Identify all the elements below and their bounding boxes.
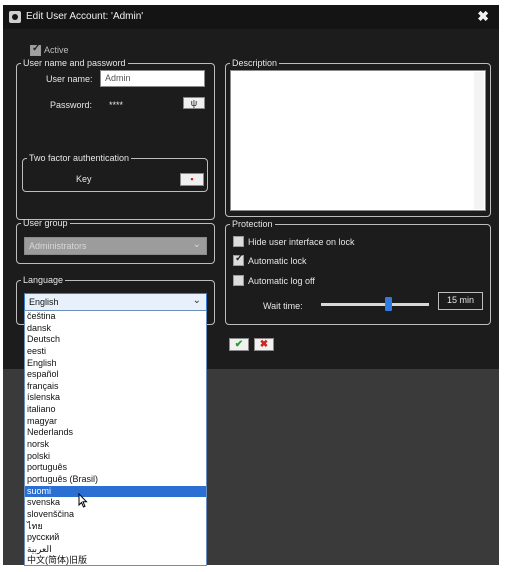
language-option[interactable]: 中文(简体)旧版 <box>25 555 206 567</box>
language-option[interactable]: English <box>25 358 206 370</box>
language-option[interactable]: Nederlands <box>25 427 206 439</box>
auto-lock-label: Automatic lock <box>248 256 307 266</box>
wait-time-slider-track[interactable] <box>321 303 429 306</box>
language-option[interactable]: slovenščina <box>25 509 206 521</box>
wait-time-value: 15 min <box>446 295 474 305</box>
language-option[interactable]: ไทย <box>25 521 206 533</box>
description-legend: Description <box>232 58 278 68</box>
wait-time-field[interactable]: 15 min <box>438 292 483 310</box>
active-checkbox[interactable] <box>30 43 41 56</box>
window-title: Edit User Account: 'Admin' <box>26 11 144 22</box>
language-option[interactable]: polski <box>25 451 206 463</box>
username-input[interactable]: Admin <box>100 70 205 87</box>
protection-legend: Protection <box>232 219 273 229</box>
remove-key-icon: ▪ <box>190 174 194 184</box>
language-select[interactable]: English ⌄ <box>24 293 207 311</box>
language-option[interactable]: français <box>25 381 206 393</box>
language-option[interactable]: español <box>25 369 206 381</box>
credentials-legend: User name and password <box>23 58 126 68</box>
language-option[interactable]: čeština <box>25 311 206 323</box>
chevron-down-icon: ⌄ <box>192 239 201 250</box>
cancel-button[interactable]: ✖ <box>254 338 274 351</box>
language-value: English <box>29 297 59 307</box>
hide-ui-checkbox[interactable] <box>233 236 244 247</box>
language-option[interactable]: suomi <box>25 485 206 498</box>
close-icon[interactable]: ✖ <box>477 8 489 25</box>
active-label: Active <box>44 45 69 55</box>
wait-time-slider-thumb[interactable] <box>384 297 392 311</box>
language-option[interactable]: Deutsch <box>25 334 206 346</box>
chevron-down-icon: ⌄ <box>192 295 201 306</box>
title-bar: Edit User Account: 'Admin' ✖ <box>3 5 499 29</box>
auto-logoff-checkbox[interactable] <box>233 275 244 286</box>
ok-button[interactable]: ✔ <box>229 338 249 351</box>
language-dropdown-list[interactable]: čeština dansk Deutsch eesti English español fr… <box>24 310 207 566</box>
edit-user-dialog: Edit User Account: 'Admin' ✖ Active User… <box>3 5 499 566</box>
user-group-legend: User group <box>23 218 68 228</box>
wait-time-label: Wait time: <box>263 301 303 311</box>
description-textarea[interactable] <box>230 70 486 211</box>
language-option[interactable]: português (Brasil) <box>25 474 206 486</box>
two-factor-legend: Two factor authentication <box>29 153 130 163</box>
language-option[interactable]: eesti <box>25 346 206 358</box>
two-factor-key-button[interactable]: ▪ <box>180 173 204 186</box>
auto-lock-checkbox[interactable] <box>233 253 244 266</box>
username-value: Admin <box>105 73 131 83</box>
hide-ui-label: Hide user interface on lock <box>248 237 355 247</box>
language-option[interactable]: العربية <box>25 544 206 556</box>
user-group-value: Administrators <box>29 241 87 251</box>
language-option[interactable]: svenska <box>25 497 206 509</box>
language-option[interactable]: íslenska <box>25 392 206 404</box>
language-option[interactable]: português <box>25 462 206 474</box>
password-label: Password: <box>50 100 93 110</box>
description-scrollbar[interactable] <box>474 72 484 209</box>
language-option[interactable]: magyar <box>25 416 206 428</box>
key-icon: ψ <box>190 98 198 108</box>
language-option[interactable]: dansk <box>25 323 206 335</box>
language-option[interactable]: русский <box>25 532 206 544</box>
language-option[interactable]: italiano <box>25 404 206 416</box>
password-value: **** <box>109 100 124 110</box>
user-settings-icon <box>9 11 21 23</box>
mouse-cursor-icon <box>78 493 88 508</box>
user-group-select[interactable]: Administrators ⌄ <box>24 237 207 255</box>
change-password-button[interactable]: ψ <box>183 97 205 109</box>
username-label: User name: <box>46 74 93 84</box>
language-option[interactable]: norsk <box>25 439 206 451</box>
key-label: Key <box>76 174 92 184</box>
auto-logoff-label: Automatic log off <box>248 276 315 286</box>
language-legend: Language <box>23 275 64 285</box>
